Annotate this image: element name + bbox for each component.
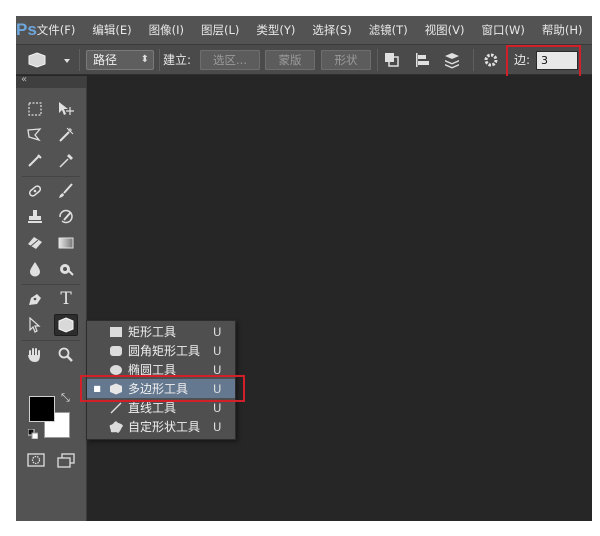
line-icon [107,401,125,415]
polygon-icon [58,317,74,333]
pen-tool-icon[interactable] [23,288,47,310]
menu-type[interactable]: 类型(Y) [256,22,295,38]
gradient-tool-icon[interactable] [54,232,78,254]
separator [79,49,80,71]
healing-brush-icon[interactable] [23,180,47,202]
separator [22,176,80,177]
app-logo: Ps [16,20,37,39]
menu-edit[interactable]: 编辑(E) [92,22,131,38]
rectangle-icon [107,325,125,339]
move-tool-icon[interactable] [54,98,78,120]
shortcut-key: U [213,419,222,434]
history-brush-icon[interactable] [54,206,78,228]
blur-tool-icon[interactable] [23,258,47,280]
separator [22,284,80,285]
flyout-item-label: 矩形工具 [128,325,177,339]
shortcut-key: U [213,400,222,415]
separator [159,49,160,71]
magic-wand-icon[interactable] [54,124,78,146]
brush-tool-icon[interactable] [54,180,78,202]
make-label: 建立: [163,53,192,67]
swap-colors-icon[interactable]: ⤡ [61,392,73,404]
menu-layer[interactable]: 图层(L) [201,22,239,38]
menu-filter[interactable]: 滤镜(T) [369,22,408,38]
custom-shape-icon [107,420,125,434]
menu-image[interactable]: 图像(I) [149,22,184,38]
polygon-tool-button[interactable] [54,314,78,336]
quick-mask-icon[interactable] [24,449,48,471]
crop-tool-icon[interactable] [23,150,47,172]
path-arrangement-icon[interactable] [443,51,461,69]
separator [473,49,474,71]
lasso-tool-icon[interactable] [23,124,47,146]
flyout-item-rounded-rectangle[interactable]: 圆角矩形工具 U [87,341,235,360]
separator [377,49,378,71]
menu-select[interactable]: 选择(S) [312,22,351,38]
collapse-icon[interactable]: « [21,74,27,85]
path-alignment-icon[interactable] [413,51,431,69]
eyedropper-icon[interactable] [54,150,78,172]
marquee-tool-icon[interactable] [23,98,47,120]
shortcut-key: U [213,343,222,358]
zoom-tool-icon[interactable] [54,344,78,366]
flyout-item-label: 圆角矩形工具 [128,344,201,358]
path-operations-icon[interactable] [383,51,401,69]
flyout-item-rectangle[interactable]: 矩形工具 U [87,322,235,341]
menu-help[interactable]: 帮助(H) [542,22,583,38]
tool-preset-picker[interactable] [22,50,74,70]
toolbox-header[interactable]: « [16,74,86,88]
clone-stamp-icon[interactable] [23,206,47,228]
screen-mode-icon[interactable] [54,449,78,471]
hand-tool-icon[interactable] [23,344,47,366]
toolbox-panel: « T ⤡ [16,74,87,521]
eraser-icon[interactable] [23,232,47,254]
gear-icon[interactable] [482,51,500,69]
make-shape-button[interactable]: 形状 [321,50,371,70]
path-selection-icon[interactable] [23,314,47,336]
photoshop-window: Ps 文件(F) 编辑(E) 图像(I) 图层(L) 类型(Y) 选择(S) 滤… [16,16,592,521]
separator [22,340,80,341]
menu-file[interactable]: 文件(F) [37,22,76,38]
make-selection-button[interactable]: 选区... [200,50,260,70]
shortcut-key: U [213,324,222,339]
polygon-icon [28,52,70,68]
flyout-item-custom-shape[interactable]: 自定形状工具 U [87,417,235,436]
flyout-item-label: 自定形状工具 [128,420,201,434]
mode-select[interactable]: 路径 [86,50,154,70]
menu-window[interactable]: 窗口(W) [482,22,525,38]
rounded-rectangle-icon [107,344,125,358]
canvas-area[interactable] [88,76,592,521]
type-tool-icon[interactable]: T [54,288,78,310]
make-mask-button[interactable]: 蒙版 [265,50,315,70]
default-colors-icon[interactable] [27,428,39,440]
dodge-tool-icon[interactable] [54,258,78,280]
foreground-color-swatch[interactable] [29,396,55,422]
menu-bar: Ps 文件(F) 编辑(E) 图像(I) 图层(L) 类型(Y) 选择(S) 滤… [16,16,592,44]
menu-view[interactable]: 视图(V) [425,22,465,38]
highlight-box [80,375,245,402]
